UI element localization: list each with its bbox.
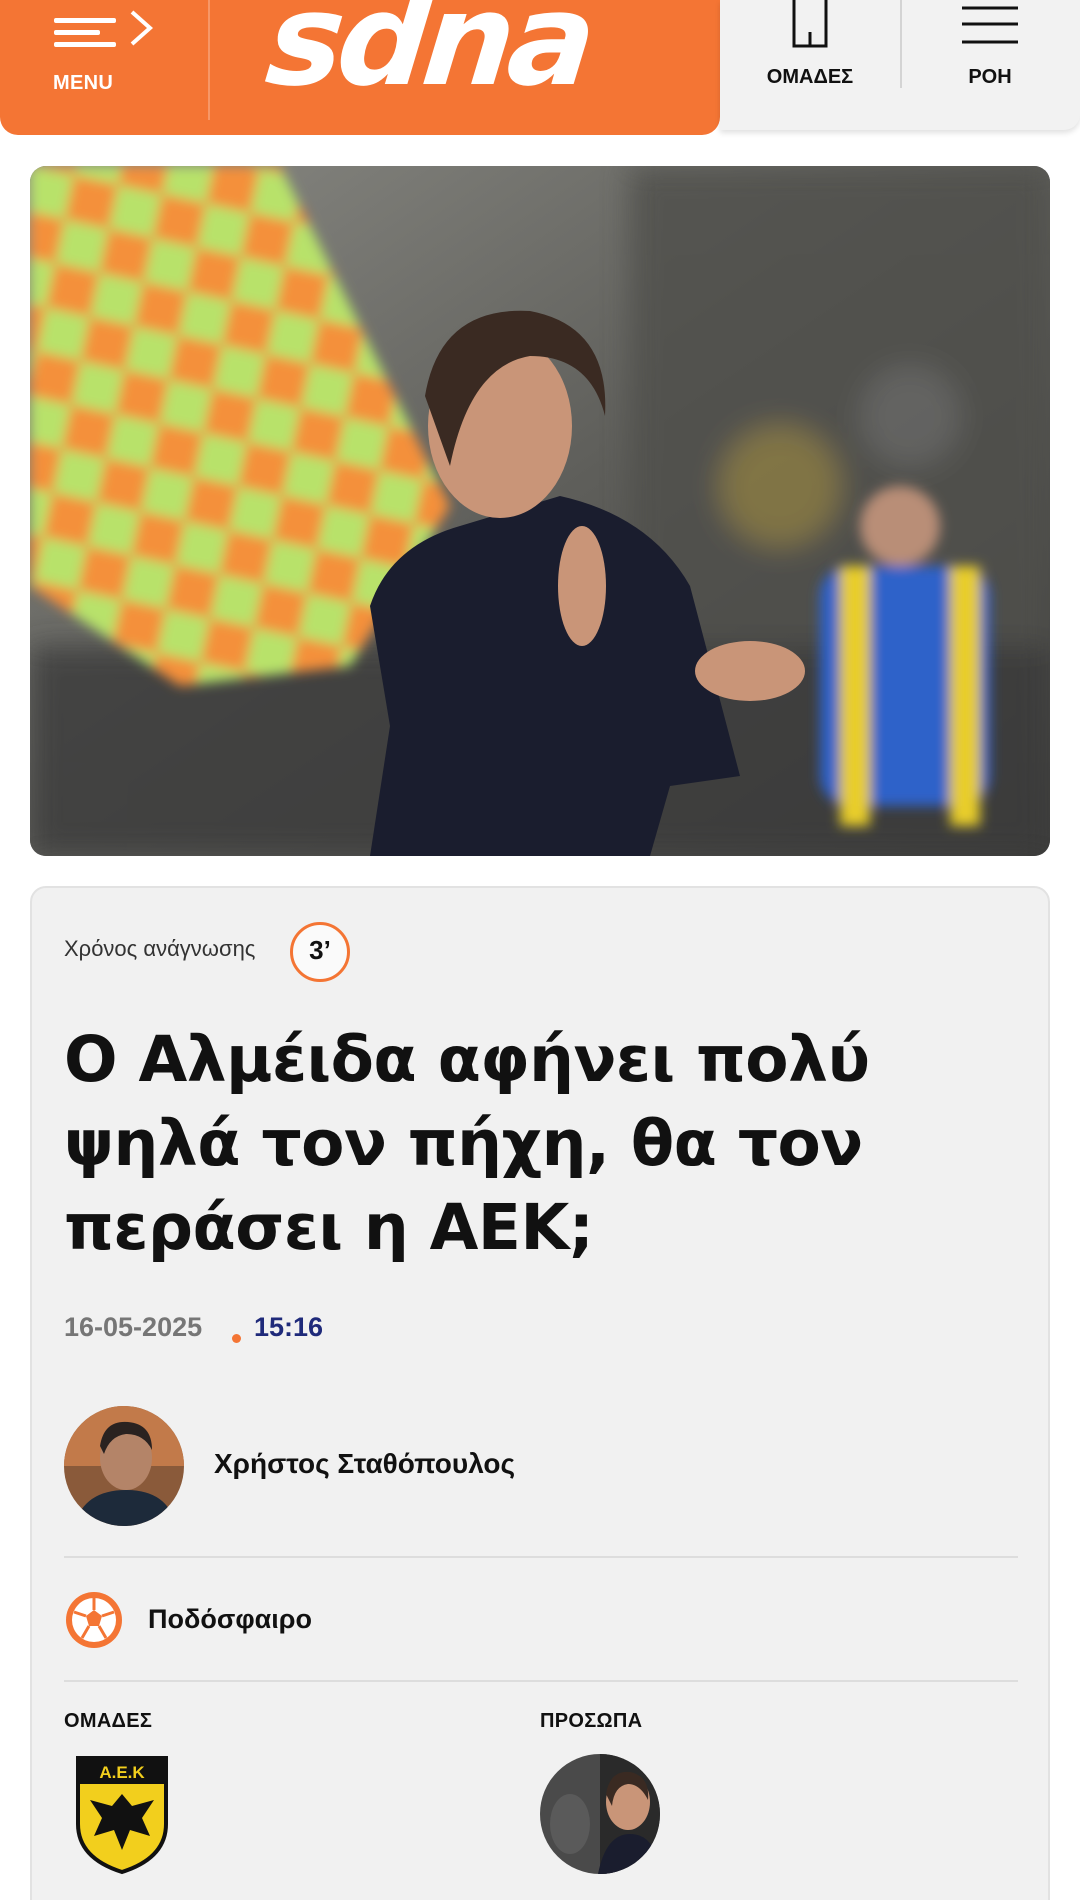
category-link[interactable]: Ποδόσφαιρο <box>148 1604 312 1635</box>
menu-button[interactable]: MENU <box>0 0 208 135</box>
brand-bar: MENU sdna <box>0 0 720 135</box>
feed-icon <box>962 6 1018 44</box>
nav-teams-label: ΟΜΑΔΕΣ <box>766 66 854 88</box>
aek-team-badge[interactable]: Α.Ε.Κ <box>74 1754 170 1876</box>
nav-feed[interactable]: ΡΟΗ <box>900 0 1080 130</box>
read-time-badge: 3’ <box>290 922 350 982</box>
badge-text: Α.Ε.Κ <box>99 1763 145 1782</box>
header-nav: ΟΜΑΔΕΣ ΡΟΗ <box>720 0 1080 130</box>
article-title: Ο Αλμέιδα αφήνει πολύ ψηλά τον πήχη, θα … <box>64 1023 870 1264</box>
people-heading: ΠΡΟΣΩΠΑ <box>540 1710 643 1732</box>
author-photo <box>64 1406 184 1526</box>
read-time-label: Χρόνος ανάγνωσης <box>64 936 256 961</box>
menu-label: MENU <box>53 72 114 94</box>
site-logo[interactable]: sdna <box>260 0 674 115</box>
article-date: 16-05-2025 <box>64 1312 203 1342</box>
hero-image <box>30 166 1050 856</box>
nav-feed-label: ΡΟΗ <box>968 66 1012 88</box>
article-card: Χρόνος ανάγνωσης 3’ Ο Αλμέιδα αφήνει πολ… <box>30 886 1050 1900</box>
article-time: 15:16 <box>254 1312 324 1342</box>
author-avatar[interactable] <box>64 1406 184 1526</box>
menu-icon <box>54 10 154 47</box>
section-divider <box>64 1556 1018 1558</box>
person-photo <box>540 1754 660 1874</box>
hero-photo-illustration <box>30 166 1050 856</box>
section-divider <box>64 1680 1018 1682</box>
author-name[interactable]: Χρήστος Σταθόπουλος <box>214 1448 515 1480</box>
site-header: MENU sdna ΟΜΑΔΕΣ ΡΟΗ <box>0 0 1080 135</box>
nav-teams[interactable]: ΟΜΑΔΕΣ <box>720 0 900 130</box>
person-avatar[interactable] <box>540 1754 660 1874</box>
header-divider <box>208 0 210 120</box>
jersey-icon <box>792 0 828 48</box>
meta-separator-dot <box>232 1334 241 1343</box>
football-icon <box>66 1592 122 1648</box>
teams-heading: ΟΜΑΔΕΣ <box>64 1710 153 1732</box>
